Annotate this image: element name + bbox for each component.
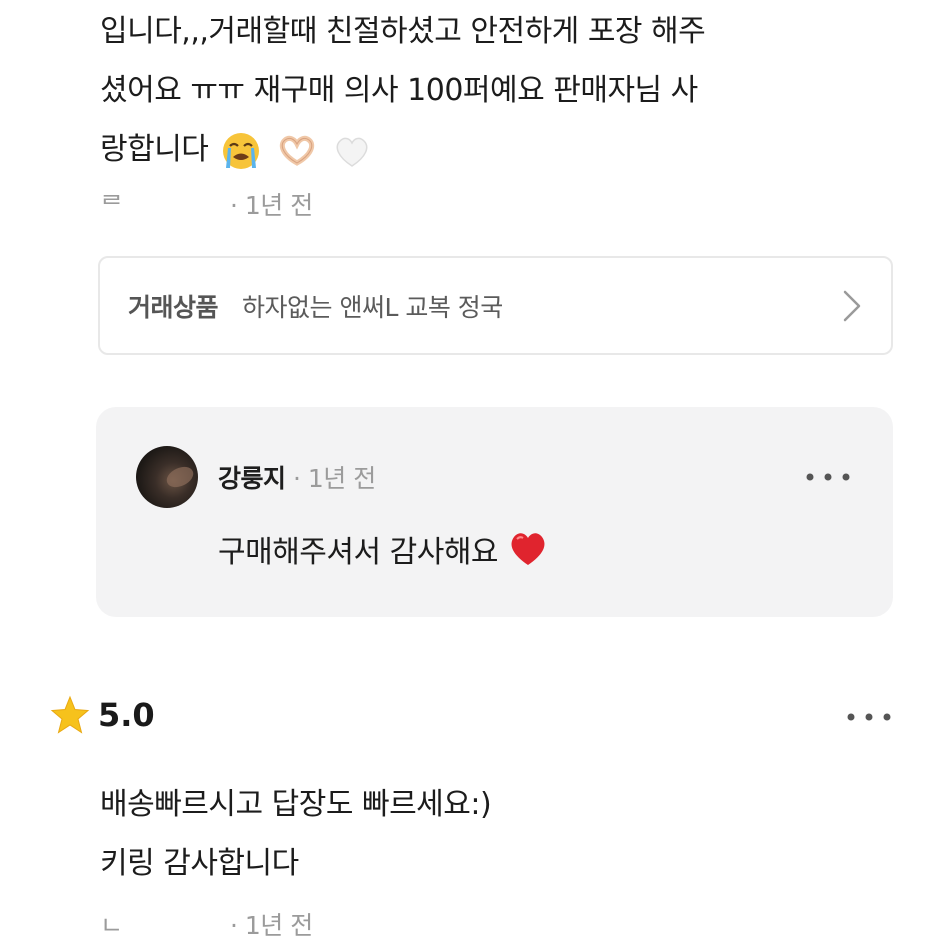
product-name: 하자없는 앤써L 교복 정국 (242, 292, 503, 322)
review-body: 입니다,,,거래할때 친절하셨고 안전하게 포장 해주 셨어요 ㅠㅠ 재구매 의… (100, 2, 880, 179)
review-body: 배송빠르시고 답장도 빠르세요:) 키링 감사합니다 (100, 775, 880, 893)
review-author: ᄅ (100, 191, 123, 220)
reply-author[interactable]: 강룽지 (218, 464, 286, 493)
review-author: ㄴ (100, 911, 123, 940)
review-line-text: 랑합니다 (100, 132, 209, 167)
review-line: 배송빠르시고 답장도 빠르세요:) (100, 787, 492, 822)
product-label: 거래상품 (128, 292, 219, 322)
review-line: 입니다,,,거래할때 친절하셨고 안전하게 포장 해주 (100, 14, 706, 49)
review-line: 랑합니다 (100, 120, 880, 179)
chevron-right-icon (843, 290, 861, 322)
review-page: 입니다,,,거래할때 친절하셨고 안전하게 포장 해주 셨어요 ㅠㅠ 재구매 의… (0, 0, 945, 945)
more-options-icon[interactable] (845, 711, 893, 723)
star-icon (50, 695, 90, 734)
white-heart-emoji (336, 137, 367, 167)
crying-face-emoji (223, 132, 260, 169)
reply-body: 구매해주셔서 감사해요 (218, 527, 549, 571)
review-meta: ㄴ · 1년 전 (100, 906, 313, 942)
avatar[interactable] (136, 446, 198, 508)
rating-row: 5.0 (50, 695, 155, 735)
review-time: · 1년 전 (229, 191, 313, 220)
product-link-card[interactable]: 거래상품 하자없는 앤써L 교복 정국 (98, 256, 893, 355)
heart-hands-emoji (279, 135, 314, 166)
masked-username (123, 200, 223, 214)
reply-time: 1년 전 (307, 464, 376, 493)
masked-username (123, 920, 223, 934)
rating-value: 5.0 (98, 696, 155, 734)
review-line: 키링 감사합니다 (100, 846, 299, 881)
separator-dot: · (285, 464, 308, 493)
more-options-icon[interactable] (804, 471, 852, 483)
seller-reply: 강룽지 · 1년 전 구매해주셔서 감사해요 (96, 407, 893, 617)
review-time: · 1년 전 (229, 911, 313, 940)
red-heart-emoji (511, 533, 545, 565)
reply-header: 강룽지 · 1년 전 (218, 459, 376, 495)
review-meta: ᄅ · 1년 전 (100, 186, 313, 222)
reply-text: 구매해주셔서 감사해요 (218, 535, 499, 570)
review-line: 셨어요 ㅠㅠ 재구매 의사 100퍼예요 판매자님 사 (100, 73, 698, 108)
